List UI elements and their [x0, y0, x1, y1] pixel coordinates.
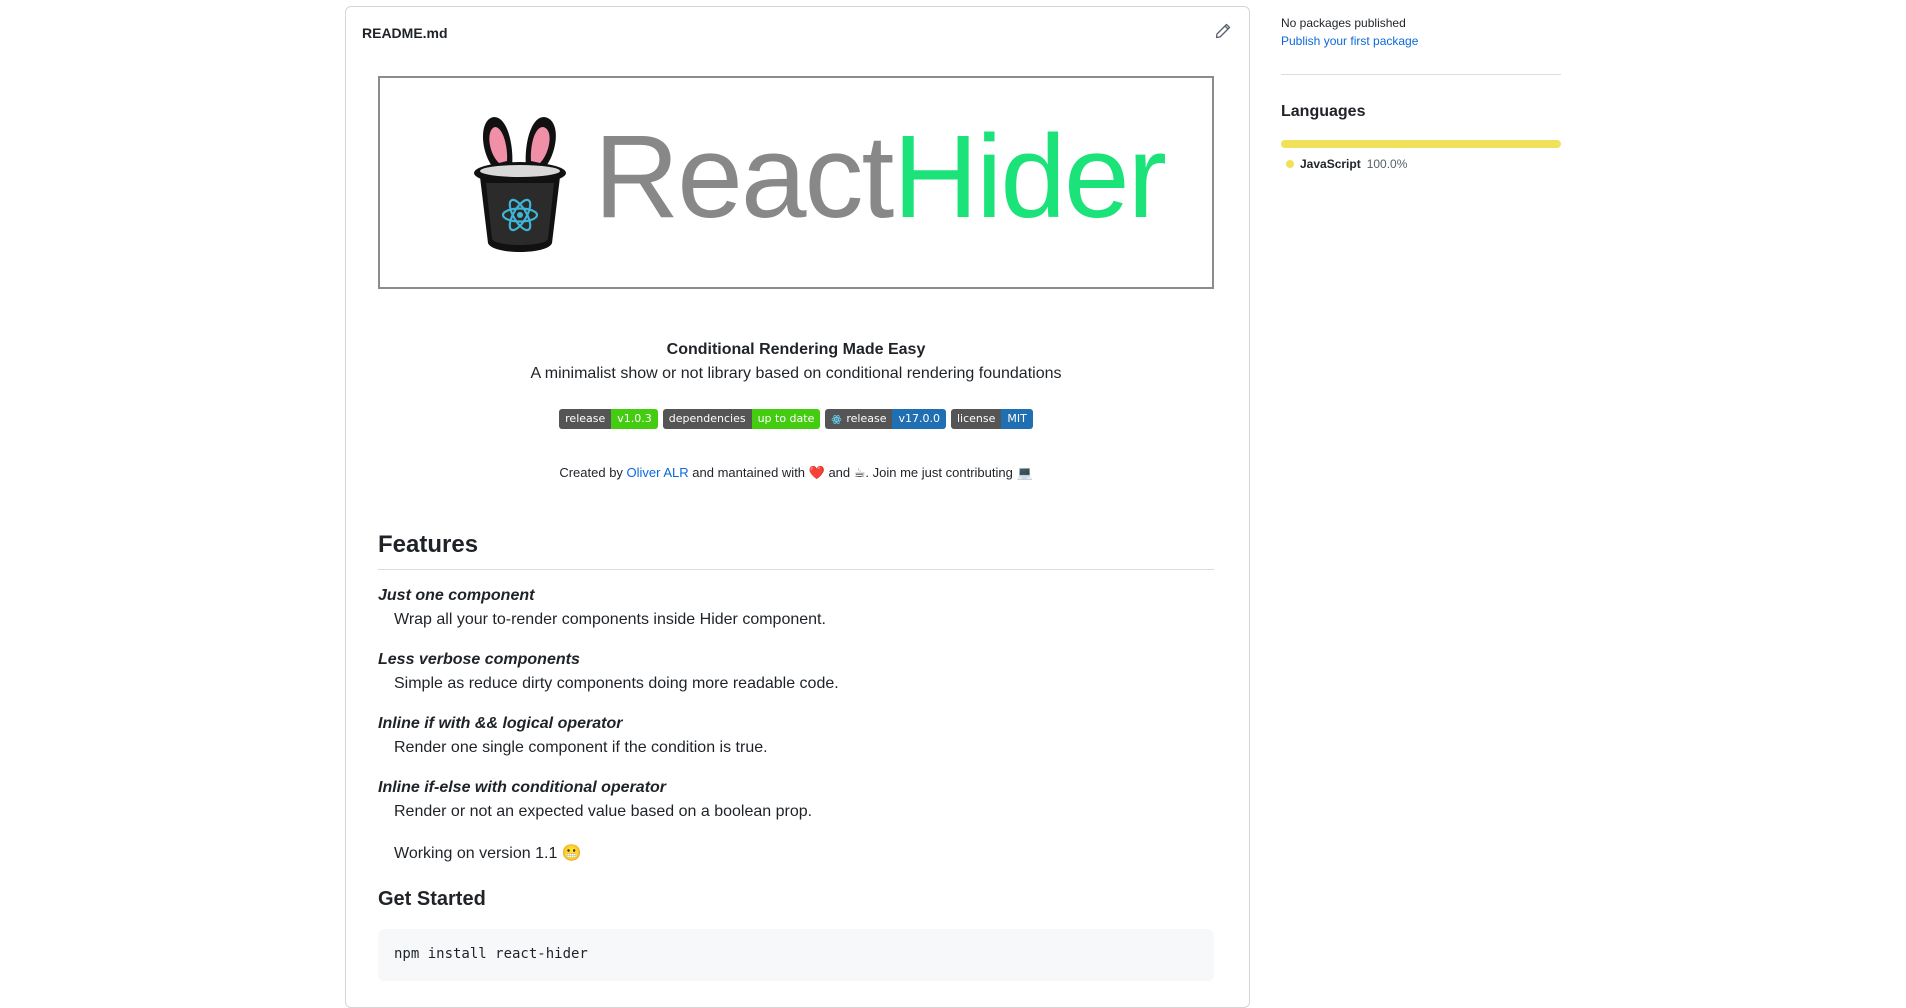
credits-prefix: Created by [559, 465, 627, 480]
credits-mid1: and mantained with [688, 465, 809, 480]
language-item-javascript[interactable]: JavaScript 100.0% [1286, 157, 1407, 171]
project-banner: React Hider [378, 76, 1214, 289]
badge-label: dependencies [662, 409, 752, 429]
tagline-subtitle: A minimalist show or not library based o… [530, 365, 1062, 382]
readme-panel: README.md React Hider Conditional Render… [345, 6, 1250, 1008]
language-percent: 100.0% [1366, 157, 1408, 171]
packages-status: No packages published [1281, 16, 1406, 30]
badge-label: release [846, 412, 887, 425]
working-on-note: Working on version 1.1 😬 [394, 845, 582, 862]
badge-dependencies[interactable]: dependencies up to date [662, 409, 821, 429]
credits-line: Created by Oliver ALR and mantained with… [378, 465, 1214, 481]
badge-value: MIT [1001, 409, 1033, 429]
badge-row: release v1.0.3 dependencies up to date r… [378, 409, 1214, 429]
badge-react-release[interactable]: release v17.0.0 [825, 409, 946, 429]
badge-value: up to date [751, 409, 821, 429]
coffee-icon: ☕ [853, 465, 866, 480]
languages-heading: Languages [1281, 103, 1366, 120]
react-icon [831, 414, 842, 424]
language-color-dot [1286, 160, 1294, 168]
feature-title: Inline if with && logical operator [378, 715, 623, 732]
laptop-icon: 💻 [1016, 465, 1033, 480]
heart-icon: ❤️ [808, 465, 825, 480]
language-bar-segment-javascript [1281, 140, 1561, 148]
feature-description: Render or not an expected value based on… [394, 803, 813, 820]
badge-release-version[interactable]: release v1.0.3 [559, 409, 658, 429]
feature-title: Just one component [378, 587, 535, 604]
badge-value: v1.0.3 [611, 409, 658, 429]
badge-label: license [950, 409, 1002, 429]
get-started-heading: Get Started [378, 888, 486, 910]
badge-label-with-icon: release [825, 409, 893, 429]
feature-title: Inline if-else with conditional operator [378, 779, 667, 796]
badge-value: v17.0.0 [892, 409, 946, 429]
credits-suffix: . Join me just contributing [865, 465, 1017, 480]
banner-word-react: React [594, 111, 894, 243]
pencil-icon [1215, 23, 1231, 39]
badge-label: release [559, 409, 612, 429]
author-link[interactable]: Oliver ALR [627, 465, 689, 480]
banner-word-hider: Hider [893, 111, 1167, 243]
magic-hat-logo-icon [474, 117, 566, 252]
sidebar-divider [1281, 74, 1561, 75]
tagline-title: Conditional Rendering Made Easy [666, 341, 926, 358]
feature-description: Render one single component if the condi… [394, 739, 768, 756]
feature-description: Simple as reduce dirty components doing … [394, 675, 839, 692]
install-command: npm install react-hider [394, 946, 588, 962]
install-code-block[interactable]: npm install react-hider [378, 929, 1214, 981]
feature-title: Less verbose components [378, 651, 580, 668]
badge-license[interactable]: license MIT [950, 409, 1033, 429]
edit-readme-button[interactable] [1215, 23, 1235, 43]
credits-mid2: and [824, 465, 854, 480]
readme-filename: README.md [362, 25, 448, 41]
language-bar [1281, 140, 1561, 148]
features-heading: Features [378, 531, 1214, 570]
publish-package-link[interactable]: Publish your first package [1281, 34, 1418, 48]
feature-description: Wrap all your to-render components insid… [394, 611, 826, 628]
language-name: JavaScript [1300, 157, 1361, 171]
